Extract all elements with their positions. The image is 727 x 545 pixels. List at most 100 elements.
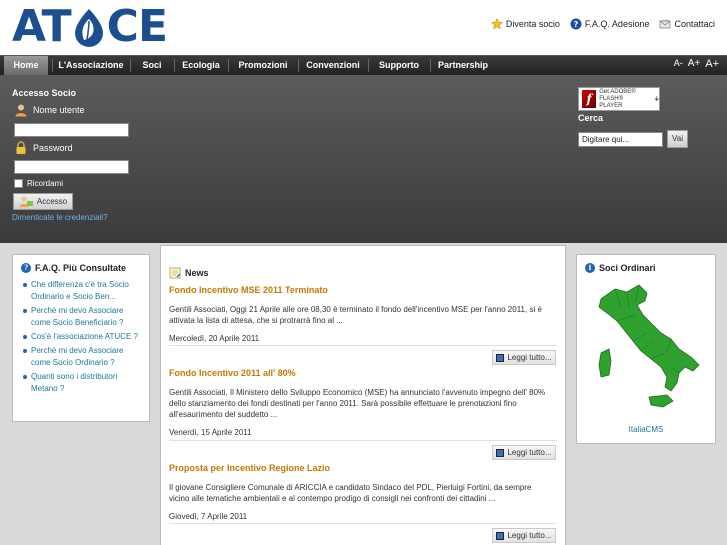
read-more-label: Leggi tutto... [507, 448, 552, 457]
news-divider [169, 440, 557, 441]
nav-associazione[interactable]: L'Associazione [56, 56, 126, 75]
italy-map[interactable] [587, 279, 707, 425]
lock-icon [16, 141, 26, 154]
nav-supporto[interactable]: Supporto [372, 56, 426, 75]
news-item-title[interactable]: Fondo Incentivo MSE 2011 Terminato [169, 285, 328, 295]
read-more-button[interactable]: Leggi tutto... [492, 445, 556, 460]
read-more-button[interactable]: Leggi tutto... [492, 350, 556, 365]
help-icon: ? [570, 18, 582, 30]
search-title: Cerca [578, 113, 604, 123]
remember-checkbox[interactable] [14, 179, 23, 188]
main-nav: Home L'Associazione Soci Ecologia Promoz… [0, 55, 727, 75]
font-reset-button[interactable]: A+ [688, 58, 701, 70]
faq-item[interactable]: Cos'è l'associazione ATUCE ? [21, 331, 141, 343]
news-item-text: Il giovane Consigliere Comunale di ARICC… [169, 483, 532, 503]
news-item-text: Gentili Associati, Oggi 21 Aprile alle o… [169, 305, 542, 325]
search-input[interactable]: Digitare qui... [578, 132, 663, 147]
flash-line-2: FLASH® PLAYER [599, 95, 624, 109]
flash-line-1: Get ADOBE® [599, 88, 636, 95]
news-item-date: Mercoledì, 20 Aprile 2011 [169, 334, 260, 343]
nav-promozioni[interactable]: Promozioni [232, 56, 294, 75]
nav-soci[interactable]: Soci [134, 56, 170, 75]
italiacms-link[interactable]: ItaliaCMS [577, 425, 715, 434]
faq-item[interactable]: Perchè mi devo Associare come Socio Bene… [21, 305, 141, 329]
user-icon [15, 104, 27, 117]
read-more-label: Leggi tutto... [507, 353, 552, 362]
forgot-credentials-link[interactable]: Dimenticate le credenziali? [12, 213, 108, 222]
news-divider [169, 523, 557, 524]
flash-logo-icon: f [582, 90, 597, 108]
atuce-logo[interactable]: AT CE [12, 1, 168, 52]
font-increase-button[interactable]: A+ [705, 58, 719, 70]
logo-text-left: AT [12, 1, 72, 52]
username-label-row: Nome utente [14, 103, 85, 117]
svg-text:?: ? [574, 20, 579, 29]
logo-text-right: CE [106, 1, 168, 52]
italy-sardinia [598, 348, 612, 378]
faq-panel: ? F.A.Q. Più Consultate Che differenza c… [12, 254, 150, 422]
login-button[interactable]: Accesso [13, 193, 73, 210]
username-input[interactable] [14, 123, 129, 137]
news-title-row: News [169, 267, 209, 279]
contattaci-label: Contattaci [674, 19, 715, 29]
news-item-title[interactable]: Fondo Incentivo 2011 all' 80% [169, 368, 296, 378]
news-item-date: Venerdì, 15 Aprile 2011 [169, 428, 252, 437]
password-input[interactable] [14, 160, 129, 174]
help-icon: ? [21, 263, 31, 273]
login-title: Accesso Socio [12, 88, 77, 98]
nav-separator [368, 59, 369, 72]
italy-mainland [598, 284, 700, 392]
font-size-controls: A- A+ A+ [674, 58, 719, 70]
search-button[interactable]: Vai [667, 130, 688, 148]
faq-list: Che differenza c'è tra Socio Ordinario e… [21, 279, 141, 395]
contattaci-link[interactable]: Contattaci [659, 18, 715, 30]
news-item-title[interactable]: Proposta per Incentivo Regione Lazio [169, 463, 330, 473]
news-item-text: Gentili Associati, Il Ministero dello Sv… [169, 388, 546, 419]
nav-convenzioni[interactable]: Convenzioni [302, 56, 364, 75]
faq-item[interactable]: Quanti sono i distributori Metano ? [21, 371, 141, 395]
nav-separator [52, 59, 53, 72]
font-decrease-button[interactable]: A- [674, 58, 683, 70]
soci-title: Soci Ordinari [599, 263, 656, 273]
nav-partnership[interactable]: Partnership [434, 56, 492, 75]
remember-row: Ricordami [14, 179, 63, 188]
italy-sicily [648, 394, 674, 408]
soci-title-row: i Soci Ordinari [585, 263, 707, 273]
nav-separator [130, 59, 131, 72]
password-label: Password [33, 143, 73, 153]
faq-item[interactable]: Che differenza c'è tra Socio Ordinario e… [21, 279, 141, 303]
nav-separator [298, 59, 299, 72]
faq-adesione-link[interactable]: ? F.A.Q. Adesione [570, 18, 649, 30]
read-more-label: Leggi tutto... [507, 531, 552, 540]
download-arrow-icon [654, 96, 659, 101]
news-title: News [185, 268, 209, 278]
flash-badge-text: Get ADOBE® FLASH® PLAYER [599, 89, 642, 110]
remember-label: Ricordami [27, 179, 64, 188]
nav-separator [430, 59, 431, 72]
password-label-row: Password [14, 141, 73, 155]
read-more-icon [496, 353, 505, 362]
diventa-socio-label: Diventa socio [505, 19, 560, 29]
read-more-icon [496, 531, 505, 540]
leaf-drop-icon [74, 9, 103, 47]
mail-icon [660, 19, 671, 29]
nav-ecologia[interactable]: Ecologia [178, 56, 224, 75]
login-user-icon [19, 196, 33, 207]
read-more-button[interactable]: Leggi tutto... [492, 528, 556, 543]
read-more-icon [496, 448, 505, 457]
diventa-socio-link[interactable]: Diventa socio [490, 18, 560, 30]
faq-title: F.A.Q. Più Consultate [35, 263, 127, 273]
soci-panel: i Soci Ordinari ItaliaCMS [576, 254, 716, 444]
nav-home[interactable]: Home [4, 56, 48, 75]
news-item-date: Giovedì, 7 Aprile 2011 [169, 512, 248, 521]
star-icon [490, 18, 503, 30]
faq-title-row: ? F.A.Q. Più Consultate [21, 263, 141, 273]
nav-separator [228, 59, 229, 72]
get-flash-player-badge[interactable]: f Get ADOBE® FLASH® PLAYER [578, 87, 660, 111]
faq-item[interactable]: Perchè mi devo Associare come Socio Ordi… [21, 345, 141, 369]
login-button-label: Accesso [36, 197, 68, 206]
news-divider [169, 345, 557, 346]
site-header: AT CE Diventa socio ? F.A.Q. Adesione Co… [0, 0, 727, 55]
nav-separator [174, 59, 175, 72]
username-label: Nome utente [33, 105, 85, 115]
